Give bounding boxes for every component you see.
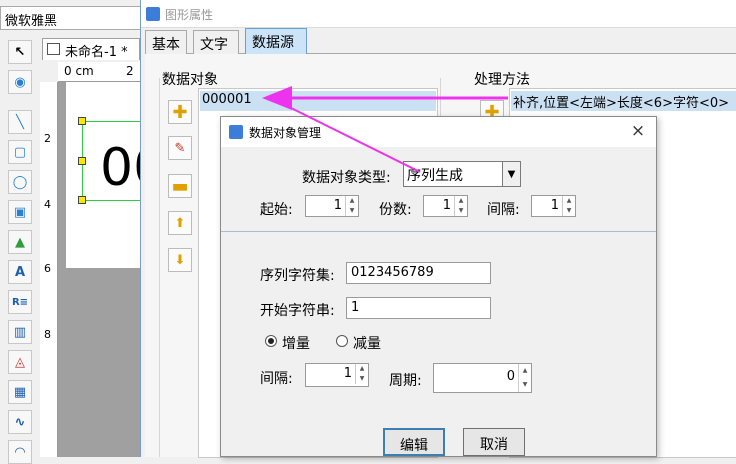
arrow-line-to-type	[274, 99, 421, 173]
annotation-arrows	[262, 86, 508, 173]
